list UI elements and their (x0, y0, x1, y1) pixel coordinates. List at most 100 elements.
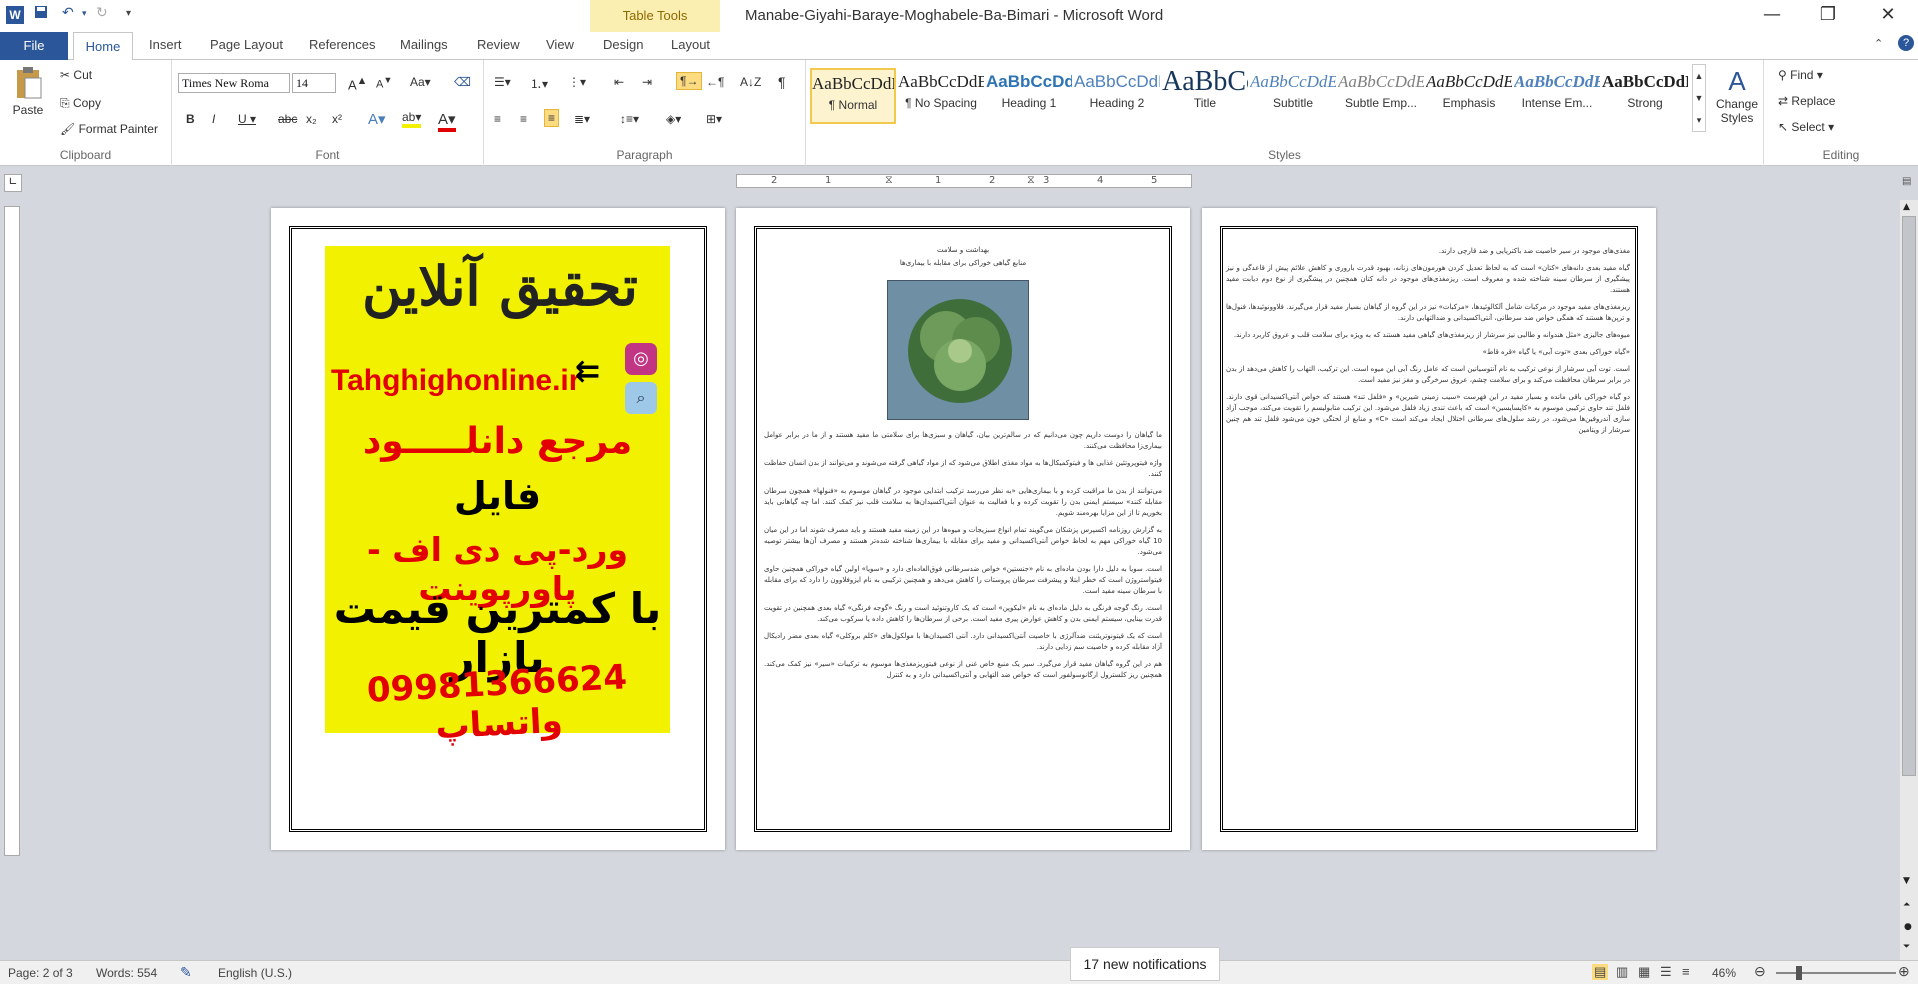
rtl-direction-icon[interactable]: ←¶ (706, 75, 724, 89)
horizontal-ruler[interactable]: 2 1 ⧖ 1 2 ⧖ 3 4 5 (736, 173, 1192, 188)
print-layout-icon[interactable]: ▤ (1592, 964, 1609, 980)
font-name-input[interactable]: Times New Roma (178, 73, 290, 93)
scroll-up-icon[interactable]: ▲ (1903, 202, 1910, 212)
zoom-slider[interactable] (1776, 972, 1896, 974)
find-button[interactable]: ⚲ Find ▾ (1778, 68, 1823, 82)
zoom-level[interactable]: 46% (1712, 966, 1736, 980)
cut-button[interactable]: ✂ Cut (60, 68, 92, 82)
tab-page-layout[interactable]: Page Layout (210, 37, 283, 52)
minimize-button[interactable]: — (1752, 4, 1792, 25)
minimize-ribbon-icon[interactable]: ⌃ (1874, 37, 1883, 50)
borders-icon[interactable]: ⊞▾ (706, 112, 722, 126)
select-button[interactable]: ↖ Select ▾ (1778, 120, 1834, 134)
italic-icon[interactable]: I (212, 112, 215, 126)
sort-icon[interactable]: A↓Z (740, 75, 761, 89)
numbering-icon[interactable]: ⒈▾ (530, 75, 548, 92)
page-2[interactable]: بهداشت و سلامت منابع گیاهی خوراکی برای م… (736, 208, 1190, 850)
align-left-icon[interactable]: ≡ (494, 112, 501, 126)
style-strong[interactable]: AaBbCcDdEe Strong (1602, 68, 1688, 124)
undo-icon[interactable]: ↶ (62, 5, 74, 21)
draft-icon[interactable]: ≡ (1682, 964, 1690, 979)
full-screen-reading-icon[interactable]: ▥ (1616, 964, 1628, 980)
tab-view[interactable]: View (546, 37, 574, 52)
paste-button[interactable]: Paste (8, 66, 48, 117)
underline-icon[interactable]: U ▾ (238, 112, 256, 126)
highlight-icon[interactable]: ab▾ (402, 110, 422, 128)
save-icon[interactable] (34, 5, 48, 23)
grow-font-icon[interactable]: A▲ (348, 75, 367, 92)
font-size-input[interactable]: 14 (292, 73, 336, 93)
view-ruler-icon[interactable]: ▤ (1902, 176, 1918, 192)
tab-insert[interactable]: Insert (149, 37, 182, 52)
web-layout-icon[interactable]: ▦ (1638, 964, 1650, 980)
change-case-icon[interactable]: Aa▾ (410, 75, 431, 89)
style-emphasis[interactable]: AaBbCcDdEe Emphasis (1426, 68, 1512, 124)
tab-home[interactable]: Home (73, 32, 133, 61)
previous-page-icon[interactable]: ⏶ (1903, 900, 1910, 910)
redo-icon[interactable]: ↻ (96, 5, 108, 21)
page-3[interactable]: مغذی‌های موجود در سیر خاصیت ضد باکتریایی… (1202, 208, 1656, 850)
scroll-thumb[interactable] (1902, 216, 1916, 776)
zoom-out-icon[interactable]: ⊖ (1754, 963, 1766, 980)
tab-layout[interactable]: Layout (671, 37, 710, 52)
restore-button[interactable]: ❐ (1808, 4, 1848, 25)
tab-design[interactable]: Design (603, 37, 643, 52)
next-page-icon[interactable]: ⏷ (1903, 942, 1910, 952)
text-effects-icon[interactable]: A▾ (368, 110, 386, 128)
increase-indent-icon[interactable]: ⇥ (642, 75, 652, 89)
notification-toast[interactable]: 17 new notifications (1070, 947, 1220, 981)
align-right-icon[interactable]: ≡ (544, 109, 560, 127)
column-marker-icon[interactable]: ⧖ (1027, 173, 1035, 187)
style-intense-emphasis[interactable]: AaBbCcDdEe Intense Em... (1514, 68, 1600, 124)
scroll-down-icon[interactable]: ▼ (1903, 876, 1910, 886)
close-button[interactable]: ✕ (1868, 4, 1908, 25)
bold-icon[interactable]: B (186, 112, 195, 126)
customize-qat-icon[interactable]: ▾ (126, 8, 131, 19)
line-spacing-icon[interactable]: ↕≡▾ (620, 112, 639, 126)
multilevel-list-icon[interactable]: ⋮▾ (568, 75, 586, 89)
style-title[interactable]: AaBbCcDdEeTitle (1162, 68, 1248, 124)
page-count[interactable]: Page: 2 of 3 (8, 966, 73, 980)
replace-button[interactable]: ⇄ Replace (1778, 94, 1835, 108)
indent-marker-icon[interactable]: ⧖ (885, 173, 893, 187)
superscript-icon[interactable]: x² (332, 112, 342, 126)
zoom-slider-thumb[interactable] (1796, 966, 1802, 980)
tab-review[interactable]: Review (477, 37, 520, 52)
tab-references[interactable]: References (309, 37, 375, 52)
change-styles-button[interactable]: A Change Styles (1712, 66, 1762, 125)
bullets-icon[interactable]: ☰▾ (494, 75, 511, 89)
vertical-ruler[interactable] (4, 206, 20, 856)
word-count[interactable]: Words: 554 (96, 966, 157, 980)
style-subtitle[interactable]: AaBbCcDdEe Subtitle (1250, 68, 1336, 124)
style-heading-1[interactable]: AaBbCcDdEe Heading 1 (986, 68, 1072, 124)
style-normal[interactable]: AaBbCcDdEe ¶ Normal (810, 68, 896, 124)
clear-formatting-icon[interactable]: ⌫ (454, 75, 471, 89)
show-formatting-icon[interactable]: ¶ (778, 74, 786, 90)
align-center-icon[interactable]: ≡ (520, 112, 527, 126)
vertical-scrollbar[interactable]: ▲ ▼ ⏶ ● ⏷ (1900, 200, 1918, 960)
word-app-icon[interactable]: W (6, 6, 24, 24)
tab-selector-icon[interactable]: ∟ (4, 174, 22, 192)
style-subtle-emphasis[interactable]: AaBbCcDdEe Subtle Emp... (1338, 68, 1424, 124)
shading-icon[interactable]: ◈▾ (666, 112, 681, 126)
tab-file[interactable]: File (0, 32, 68, 60)
zoom-in-icon[interactable]: ⊕ (1898, 963, 1910, 980)
styles-scroll-icon[interactable]: ▲ ▼ ▾ (1692, 64, 1706, 132)
style-no-spacing[interactable]: AaBbCcDdEe ¶ No Spacing (898, 68, 984, 124)
subscript-icon[interactable]: x₂ (306, 112, 317, 126)
tab-mailings[interactable]: Mailings (400, 37, 448, 52)
ltr-direction-icon[interactable]: ¶→ (676, 72, 703, 90)
browse-object-icon[interactable]: ● (1904, 922, 1912, 932)
justify-icon[interactable]: ≣▾ (574, 112, 590, 126)
font-color-icon[interactable]: A▾ (438, 110, 456, 132)
copy-button[interactable]: ⎘ Copy (60, 96, 101, 111)
decrease-indent-icon[interactable]: ⇤ (614, 75, 624, 89)
strikethrough-icon[interactable]: abc (278, 112, 297, 126)
format-painter-button[interactable]: 🖌 Format Painter (60, 122, 158, 136)
style-heading-2[interactable]: AaBbCcDdEe Heading 2 (1074, 68, 1160, 124)
language[interactable]: English (U.S.) (218, 966, 292, 980)
undo-dropdown-icon[interactable]: ▾ (82, 9, 87, 19)
shrink-font-icon[interactable]: A▼ (376, 75, 392, 91)
help-icon[interactable]: ? (1898, 35, 1914, 51)
outline-icon[interactable]: ☰ (1660, 964, 1672, 980)
